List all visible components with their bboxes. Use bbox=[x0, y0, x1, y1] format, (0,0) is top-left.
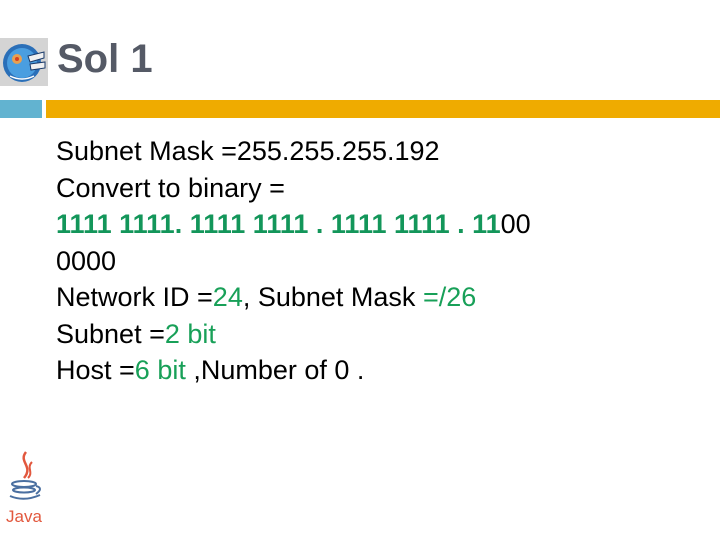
network-id-value: 24 bbox=[212, 282, 243, 312]
accent-bar-gold bbox=[46, 100, 720, 118]
binary-value-line: 1111 1111. 1111 1111 . 1111 1111 . 1100 bbox=[56, 206, 696, 243]
accent-bar-blue bbox=[0, 100, 42, 118]
cidr-label: , Subnet Mask bbox=[242, 282, 423, 312]
binary-host-bits: 00 bbox=[500, 209, 531, 239]
host-bits-line: Host =6 bit ,Number of 0 . bbox=[56, 352, 696, 389]
subnet-bits-value: 2 bit bbox=[164, 318, 216, 349]
subnet-bits-label: Subnet = bbox=[56, 318, 165, 349]
convert-binary-label: Convert to binary = bbox=[56, 172, 285, 203]
binary-host-bits-cont: 0000 bbox=[56, 245, 117, 276]
network-id-line: Network ID =24, Subnet Mask =/26 bbox=[56, 279, 696, 316]
host-bits-suffix: ,Number of 0 . bbox=[185, 355, 365, 385]
slide-title: Sol 1 bbox=[57, 37, 153, 81]
globe-network-icon bbox=[0, 38, 48, 86]
subnet-mask-label: Subnet Mask = bbox=[56, 136, 237, 166]
binary-network-bits: 1111 1111. 1111 1111 . 1111 1111 . 11 bbox=[56, 209, 501, 239]
java-logo-text: Java bbox=[6, 507, 42, 526]
network-id-label: Network ID = bbox=[56, 282, 213, 312]
cidr-value: =/26 bbox=[422, 282, 477, 312]
subnet-mask-line: Subnet Mask =255.255.255.192 bbox=[56, 133, 696, 170]
convert-binary-line: Convert to binary = bbox=[56, 170, 696, 207]
java-logo-icon: Java bbox=[4, 450, 48, 530]
subnet-mask-value: 255.255.255.192 bbox=[236, 136, 440, 166]
host-bits-value: 6 bit bbox=[134, 355, 186, 385]
subnet-bits-line: Subnet =2 bit bbox=[56, 316, 696, 353]
slide-body: Subnet Mask =255.255.255.192 Convert to … bbox=[56, 133, 696, 389]
host-bits-label: Host = bbox=[56, 355, 135, 385]
binary-continuation-line: 0000 bbox=[56, 243, 696, 280]
